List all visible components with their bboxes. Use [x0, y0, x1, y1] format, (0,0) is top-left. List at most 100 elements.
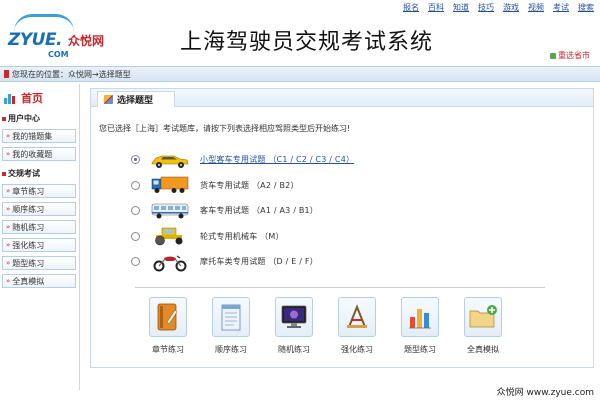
- practice-tools: 章节练习 顺序练习 随机练习 强化练习 题型练习 全真模拟: [149, 297, 502, 355]
- breadcrumb-text: 您现在的位置：众悦网→选择题型: [12, 69, 131, 79]
- sidebar-section-user: 用户中心: [0, 110, 79, 127]
- sidebar: 首页 用户中心 » 我的错题集 » 我的收藏题 交规考试 » 章节练习 » 顺序…: [0, 84, 80, 390]
- license-option-label: 轮式专用机械车 （M）: [200, 231, 284, 241]
- watermark: 众悦网 www.zyue.com: [496, 388, 594, 398]
- license-option-bus[interactable]: 客车专用试题 （A1 / A3 / B1）: [131, 198, 354, 224]
- tool-random-practice[interactable]: 随机练习: [275, 297, 313, 355]
- reselect-city-button[interactable]: 重选省市: [550, 50, 590, 61]
- sidebar-item-favorites[interactable]: » 我的收藏题: [2, 147, 76, 161]
- page-title: 上海驾驶员交规考试系统: [180, 30, 434, 55]
- license-option-truck[interactable]: 货车专用试题 （A2 / B2）: [131, 173, 354, 199]
- location-icon: [550, 52, 556, 59]
- sidebar-item-label: 章节练习: [12, 186, 45, 196]
- topnav-link[interactable]: 百科: [428, 2, 444, 13]
- arrow-icon: »: [6, 132, 11, 140]
- sidebar-home-label: 首页: [21, 92, 43, 105]
- pencil-icon: [104, 95, 113, 104]
- reselect-city-label: 重选省市: [558, 51, 590, 60]
- sidebar-item-label: 全真模拟: [12, 276, 45, 286]
- sidebar-item-label: 强化练习: [12, 240, 45, 250]
- sidebar-item-random[interactable]: » 随机练习: [2, 220, 76, 234]
- tool-chapter-practice[interactable]: 章节练习: [149, 297, 187, 355]
- sidebar-item-label: 我的错题集: [12, 131, 53, 141]
- license-option-label: 小型客车专用试题 （C1 / C2 / C3 / C4）: [200, 155, 355, 165]
- car-icon: [150, 150, 190, 170]
- intro-text: 您已选择［上海］考试题库，请按下列表选择相应驾照类型后开始练习!: [99, 124, 351, 133]
- sidebar-item-mock-exam[interactable]: » 全真模拟: [2, 274, 76, 288]
- arrow-icon: »: [6, 205, 11, 213]
- notepad-icon: [212, 297, 250, 337]
- truck-icon: [150, 175, 190, 195]
- bus-icon: [150, 201, 190, 221]
- motorcycle-icon: [150, 252, 190, 272]
- header: ZYUE. 众悦网 COM 报名 百科 知道 技巧 游戏 视频 考试 搜索 上海…: [0, 0, 600, 66]
- radio-button[interactable]: [131, 155, 140, 165]
- logo-domain: COM: [48, 50, 69, 59]
- sidebar-section-label: 用户中心: [8, 114, 40, 123]
- sidebar-item-label: 顺序练习: [12, 204, 45, 214]
- topnav-link[interactable]: 视频: [528, 2, 544, 13]
- sidebar-item-label: 题型练习: [12, 258, 45, 268]
- sidebar-item-label: 随机练习: [12, 222, 45, 232]
- radio-button[interactable]: [131, 206, 140, 216]
- license-option-label: 摩托车类专用试题 （D / E / F）: [200, 257, 318, 267]
- arrow-icon: »: [6, 259, 11, 267]
- tool-question-type-practice[interactable]: 题型练习: [401, 297, 439, 355]
- sidebar-item-chapter[interactable]: » 章节练习: [2, 184, 76, 198]
- sidebar-section-exam: 交规考试: [0, 165, 79, 182]
- tools-icon: [338, 297, 376, 337]
- sidebar-item-sequential[interactable]: » 顺序练习: [2, 202, 76, 216]
- site-logo[interactable]: ZYUE. 众悦网 COM: [4, 12, 124, 62]
- tab-bar: 选择题型: [91, 89, 593, 107]
- tool-label: 顺序练习: [215, 345, 247, 354]
- top-nav: 报名 百科 知道 技巧 游戏 视频 考试 搜索: [403, 2, 594, 13]
- tool-label: 随机练习: [278, 345, 310, 354]
- tool-label: 题型练习: [404, 345, 436, 354]
- bullet-icon: [2, 116, 6, 121]
- arrow-icon: »: [6, 223, 11, 231]
- tool-label: 章节练习: [152, 345, 184, 354]
- bar-chart-icon: [401, 297, 439, 337]
- radio-button[interactable]: [131, 180, 140, 190]
- topnav-link[interactable]: 搜索: [578, 2, 594, 13]
- license-option-machinery[interactable]: 轮式专用机械车 （M）: [131, 224, 354, 250]
- book-icon: [149, 297, 187, 337]
- sidebar-section-label: 交规考试: [8, 169, 40, 178]
- folder-add-icon: [464, 297, 502, 337]
- topnav-link[interactable]: 技巧: [478, 2, 494, 13]
- home-bars-icon: [4, 92, 18, 104]
- divider: [135, 287, 545, 288]
- tool-label: 强化练习: [341, 345, 373, 354]
- tool-mock-exam[interactable]: 全真模拟: [464, 297, 502, 355]
- topnav-link[interactable]: 游戏: [503, 2, 519, 13]
- tool-sequential-practice[interactable]: 顺序练习: [212, 297, 250, 355]
- radio-button[interactable]: [131, 257, 140, 267]
- license-option-motorcycle[interactable]: 摩托车类专用试题 （D / E / F）: [131, 249, 354, 275]
- arrow-icon: »: [6, 277, 11, 285]
- sidebar-home[interactable]: 首页: [0, 84, 79, 110]
- license-option-label: 客车专用试题 （A1 / A3 / B1）: [200, 206, 319, 216]
- bullet-icon: [2, 171, 6, 176]
- tool-intensive-practice[interactable]: 强化练习: [338, 297, 376, 355]
- breadcrumb: 您现在的位置：众悦网→选择题型: [0, 66, 600, 82]
- tab-label: 选择题型: [117, 96, 154, 106]
- logo-brand-cn: 众悦网: [68, 34, 105, 48]
- tool-label: 全真模拟: [467, 345, 499, 354]
- license-option-label: 货车专用试题 （A2 / B2）: [200, 180, 299, 190]
- roller-icon: [150, 226, 190, 246]
- arrow-icon: »: [6, 241, 11, 249]
- breadcrumb-marker-icon: [4, 70, 9, 78]
- sidebar-item-wrong-questions[interactable]: » 我的错题集: [2, 129, 76, 143]
- topnav-link[interactable]: 知道: [453, 2, 469, 13]
- sidebar-item-question-type[interactable]: » 题型练习: [2, 256, 76, 270]
- radio-button[interactable]: [131, 231, 140, 241]
- sidebar-item-intensive[interactable]: » 强化练习: [2, 238, 76, 252]
- topnav-link[interactable]: 考试: [553, 2, 569, 13]
- license-type-options: 小型客车专用试题 （C1 / C2 / C3 / C4） 货车专用试题 （A2 …: [131, 147, 354, 275]
- arrow-icon: »: [6, 150, 11, 158]
- arrow-icon: »: [6, 187, 11, 195]
- license-option-car[interactable]: 小型客车专用试题 （C1 / C2 / C3 / C4）: [131, 147, 354, 173]
- topnav-link[interactable]: 报名: [403, 2, 419, 13]
- tab-select-question-type[interactable]: 选择题型: [97, 91, 175, 107]
- sidebar-item-label: 我的收藏题: [12, 149, 53, 159]
